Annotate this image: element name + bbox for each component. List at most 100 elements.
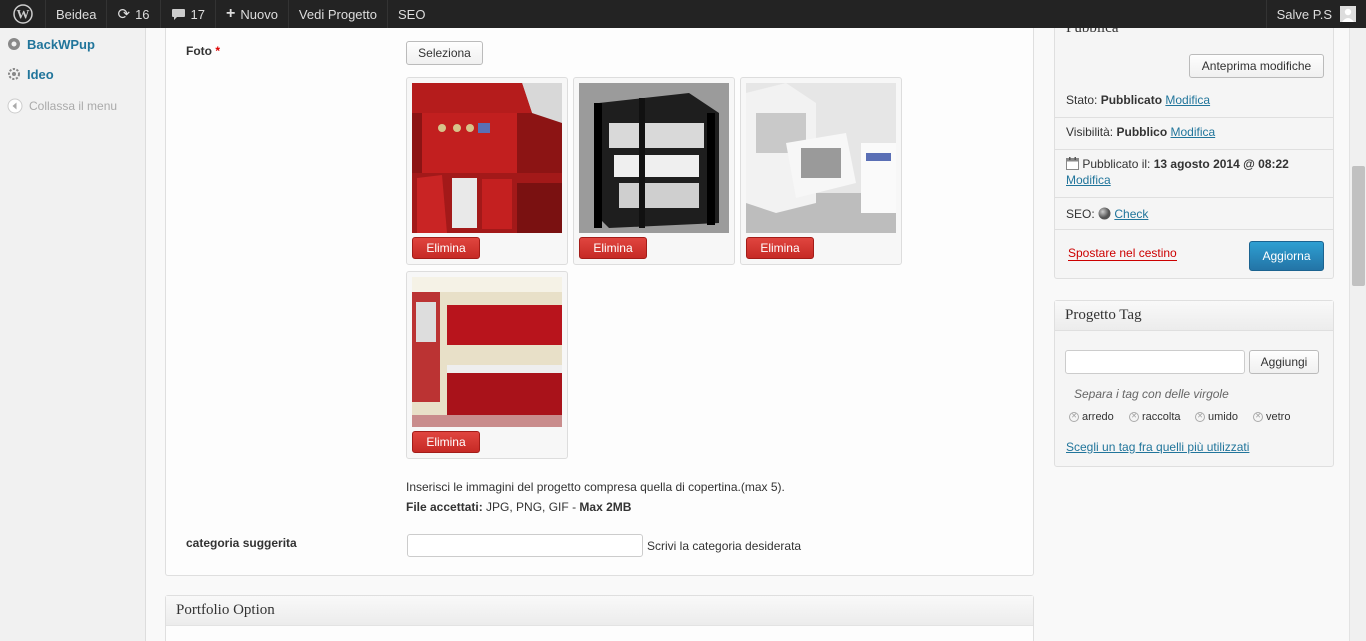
refresh-icon: ⟳ [117, 6, 131, 23]
plus-icon: + [226, 5, 236, 22]
published-label: Pubblicato il: [1082, 157, 1151, 171]
remove-tag-icon[interactable]: ✕ [1129, 412, 1139, 422]
files-separator: - [568, 500, 580, 514]
portfolio-option-title[interactable]: Portfolio Option [166, 596, 1033, 626]
project-form-panel: Foto * Seleziona Elimina Elimina Elimina… [165, 28, 1034, 576]
photo-rack-system [579, 83, 729, 233]
sidebar-item-label: Ideo [27, 66, 54, 82]
edit-date-link[interactable]: Modifica [1066, 173, 1111, 187]
sidebar-item-backwpup[interactable]: BackWPup [0, 29, 145, 59]
site-name-link[interactable]: Beidea [46, 0, 108, 28]
category-hint: Scrivi la categoria desiderata [647, 539, 802, 553]
photo-thumbnail: Elimina [406, 271, 568, 459]
comment-icon [171, 8, 185, 20]
admin-bar: W Beidea ⟳ 16 17 + Nuovo Vedi Progetto S… [0, 0, 1366, 28]
seo-label: SEO [397, 6, 426, 22]
update-button[interactable]: Aggiorna [1249, 241, 1324, 271]
seo-check-link[interactable]: Check [1114, 207, 1148, 221]
updates-link[interactable]: ⟳ 16 [107, 0, 161, 28]
status-row: Stato: Pubblicato Modifica [1055, 86, 1333, 118]
photo-red-kitchen [412, 277, 562, 427]
edit-status-link[interactable]: Modifica [1165, 93, 1210, 107]
files-label: File accettati: [406, 500, 483, 514]
visibility-row: Visibilità: Pubblico Modifica [1055, 118, 1333, 150]
avatar [1340, 6, 1356, 22]
photo-thumbnail: Elimina [573, 77, 735, 265]
calendar-icon [1066, 157, 1079, 170]
page-scrollbar[interactable] [1349, 28, 1366, 641]
photo-thumbnail: Elimina [406, 77, 568, 265]
photo-help-text: Inserisci le immagini del progetto compr… [406, 480, 785, 494]
files-types: JPG, PNG, GIF [486, 500, 569, 514]
tag-label: arredo [1082, 411, 1114, 423]
comments-count: 17 [190, 6, 205, 22]
tag-label: vetro [1266, 411, 1291, 423]
tag-item: ✕ arredo [1069, 411, 1114, 423]
edit-visibility-link[interactable]: Modifica [1171, 125, 1216, 139]
select-photos-button[interactable]: Seleziona [406, 41, 483, 65]
tag-input[interactable] [1065, 350, 1245, 374]
comments-link[interactable]: 17 [161, 0, 216, 28]
remove-tag-icon[interactable]: ✕ [1069, 412, 1079, 422]
remove-tag-icon[interactable]: ✕ [1253, 412, 1263, 422]
portfolio-option-panel: Portfolio Option [165, 595, 1034, 641]
sidebar-item-label: BackWPup [27, 36, 95, 52]
publish-box: Pubblica Anteprima modifiche Stato: Pubb… [1054, 20, 1334, 279]
collapse-arrow-icon [7, 98, 23, 114]
seo-label: SEO: [1066, 207, 1095, 221]
backwpup-icon [8, 38, 20, 50]
collapse-menu-button[interactable]: Collassa il menu [0, 91, 145, 121]
visibility-value: Pubblico [1116, 125, 1168, 139]
seo-row: SEO: Check [1055, 198, 1333, 230]
files-max: Max 2MB [579, 500, 632, 514]
project-tag-box: Progetto Tag Aggiungi Separa i tag con d… [1054, 300, 1334, 467]
user-greeting: Salve P.S [1276, 6, 1332, 22]
tag-label: umido [1208, 411, 1238, 423]
seo-status-dot-icon [1098, 207, 1111, 220]
visibility-label: Visibilità: [1066, 125, 1114, 139]
view-project-link[interactable]: Vedi Progetto [289, 0, 388, 28]
accepted-files-text: File accettati: JPG, PNG, GIF - Max 2MB [406, 500, 631, 514]
preview-changes-button[interactable]: Anteprima modifiche [1189, 54, 1324, 78]
delete-photo-button[interactable]: Elimina [579, 237, 647, 259]
popular-tags-link[interactable]: Scegli un tag fra quelli più utilizzati [1066, 440, 1249, 454]
project-tag-title[interactable]: Progetto Tag [1055, 301, 1333, 331]
category-input[interactable] [407, 534, 643, 557]
photo-red-cabinet [412, 83, 562, 233]
required-mark: * [215, 44, 221, 58]
category-label: categoria suggerita [186, 536, 297, 550]
foto-label: Foto * [186, 44, 220, 58]
delete-photo-button[interactable]: Elimina [412, 431, 480, 453]
collapse-label: Collassa il menu [29, 99, 118, 113]
status-value: Pubblicato [1100, 93, 1163, 107]
gear-icon [8, 68, 20, 80]
move-to-trash-link[interactable]: Spostare nel cestino [1068, 246, 1177, 261]
tag-label: raccolta [1142, 411, 1181, 423]
site-name: Beidea [56, 6, 97, 22]
tag-item: ✕ vetro [1253, 411, 1290, 423]
tag-item: ✕ raccolta [1129, 411, 1181, 423]
status-label: Stato: [1066, 93, 1098, 107]
wordpress-logo-icon[interactable]: W [0, 0, 46, 28]
remove-tag-icon[interactable]: ✕ [1195, 412, 1205, 422]
photo-thumbnail: Elimina [740, 77, 902, 265]
foto-label-text: Foto [186, 44, 212, 58]
user-menu[interactable]: Salve P.S [1265, 0, 1366, 28]
updates-count: 16 [135, 6, 150, 22]
tag-hint: Separa i tag con delle virgole [1074, 387, 1229, 401]
svg-text:W: W [16, 7, 29, 22]
photo-white-machines [746, 83, 896, 233]
delete-photo-button[interactable]: Elimina [746, 237, 814, 259]
seo-link[interactable]: SEO [388, 0, 435, 28]
new-label: Nuovo [240, 6, 278, 22]
view-project-label: Vedi Progetto [298, 6, 377, 22]
published-date-row: Pubblicato il: 13 agosto 2014 @ 08:22 Mo… [1055, 150, 1333, 198]
published-date: 13 agosto 2014 @ 08:22 [1153, 157, 1289, 171]
scrollbar-thumb[interactable] [1352, 166, 1365, 286]
tag-item: ✕ umido [1195, 411, 1238, 423]
delete-photo-button[interactable]: Elimina [412, 237, 480, 259]
new-content-link[interactable]: + Nuovo [216, 0, 289, 28]
admin-sidebar: BackWPup Ideo Collassa il menu [0, 28, 146, 641]
sidebar-item-ideo[interactable]: Ideo [0, 59, 145, 89]
add-tag-button[interactable]: Aggiungi [1249, 350, 1319, 374]
